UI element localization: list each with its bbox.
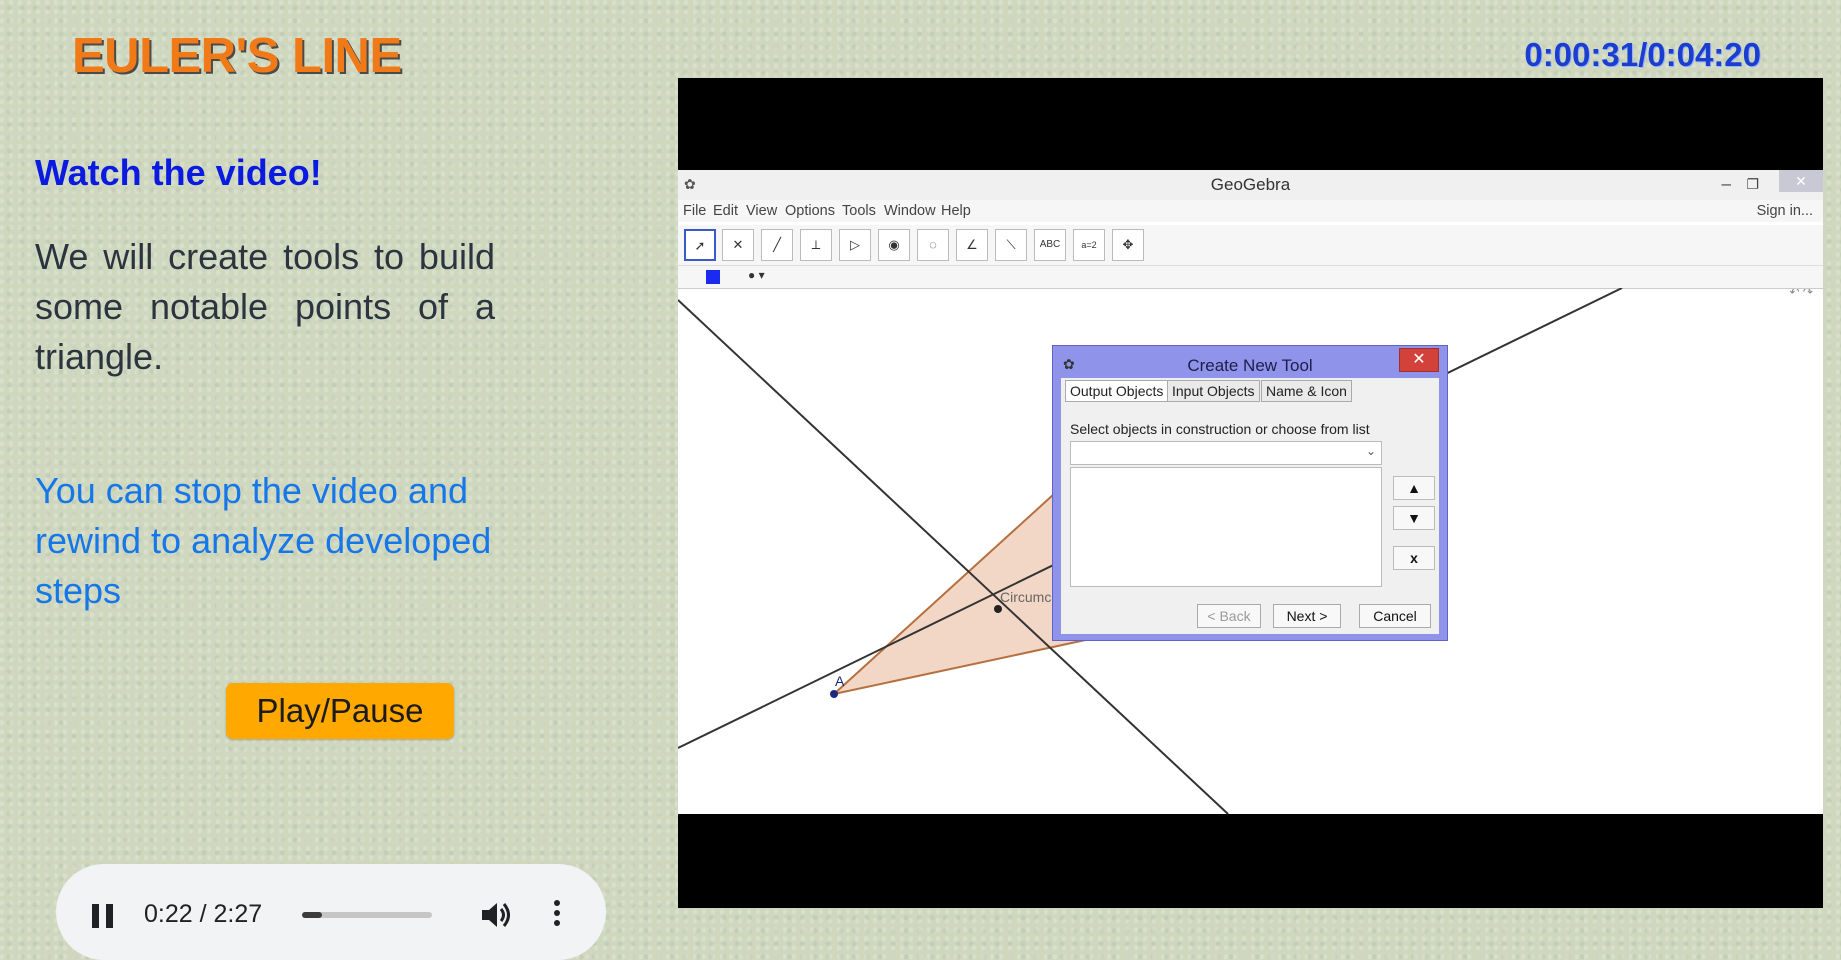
remove-button[interactable]: x (1393, 546, 1435, 570)
tab-input-objects[interactable]: Input Objects (1167, 380, 1260, 402)
audio-progress-fill (302, 912, 322, 918)
tab-output-objects[interactable]: Output Objects (1065, 380, 1169, 402)
volume-icon[interactable] (480, 900, 514, 930)
sign-in-link[interactable]: Sign in... (1757, 203, 1813, 219)
circle-tool-icon[interactable]: ◉ (878, 229, 910, 261)
polygon-tool-icon[interactable]: ▷ (839, 229, 871, 261)
chevron-down-icon: ⌄ (1365, 444, 1376, 458)
point-style-icon[interactable]: ● ▾ (748, 268, 765, 282)
geogebra-window-title: GeoGebra (1210, 175, 1291, 194)
cancel-button[interactable]: Cancel (1359, 604, 1431, 628)
menu-file[interactable]: File (683, 203, 706, 219)
menu-window[interactable]: Window (884, 203, 936, 219)
audio-seek-bar[interactable] (302, 912, 432, 918)
menu-tools[interactable]: Tools (842, 203, 876, 219)
dialog-close-icon[interactable]: ✕ (1399, 348, 1439, 372)
ellipse-tool-icon[interactable]: ◌ (917, 229, 949, 261)
description-text: We will create tools to build some notab… (35, 236, 495, 377)
more-options-icon[interactable] (552, 900, 562, 930)
line-tool-icon[interactable]: ╱ (761, 229, 793, 261)
pause-icon[interactable] (92, 904, 114, 928)
circumcenter-label: Circumc (1000, 589, 1051, 605)
dialog-title: Create New Tool (1187, 356, 1313, 375)
point-a-label: A (835, 673, 845, 689)
angle-tool-icon[interactable]: ∠ (956, 229, 988, 261)
close-icon[interactable]: ✕ (1779, 170, 1823, 192)
reflect-tool-icon[interactable]: ⟍ (995, 229, 1027, 261)
intersect-tool-icon[interactable]: ✕ (722, 229, 754, 261)
object-select[interactable]: ⌄ (1070, 441, 1382, 465)
watch-heading: Watch the video! (35, 152, 322, 193)
menu-bar: File Edit View Options Tools Window Help… (678, 200, 1823, 222)
video-timer: 0:00:31/0:04:20 (1524, 36, 1761, 73)
tab-name-icon[interactable]: Name & Icon (1261, 380, 1352, 402)
toolbar: ➚ ✕ ╱ ⟂ ▷ ◉ ◌ ∠ ⟍ ABC a=2 ✥ ↶ ↷ (678, 225, 1823, 299)
slider-tool-icon[interactable]: a=2 (1073, 229, 1105, 261)
move-tool-icon[interactable]: ➚ (684, 229, 716, 261)
dialog-body: Output Objects Input Objects Name & Icon… (1061, 378, 1439, 634)
menu-edit[interactable]: Edit (713, 203, 738, 219)
page-title: EULER'S LINE (72, 29, 402, 83)
output-object-list[interactable] (1070, 467, 1382, 587)
audio-time: 0:22 / 2:27 (144, 900, 263, 928)
play-pause-button[interactable]: Play/Pause (226, 683, 454, 739)
perpendicular-tool-icon[interactable]: ⟂ (800, 229, 832, 261)
back-button[interactable]: < Back (1197, 604, 1261, 628)
menu-view[interactable]: View (746, 203, 777, 219)
next-button[interactable]: Next > (1273, 604, 1341, 628)
style-bar: ● ▾ (678, 266, 1823, 289)
circumcenter-point (994, 605, 1002, 613)
menu-options[interactable]: Options (785, 203, 835, 219)
point-a (830, 690, 838, 698)
dialog-instruction: Select objects in construction or choose… (1070, 421, 1370, 437)
hint-text: You can stop the video and rewind to ana… (35, 470, 492, 611)
audio-player: 0:22 / 2:27 (56, 864, 606, 960)
move-view-tool-icon[interactable]: ✥ (1112, 229, 1144, 261)
geogebra-titlebar: ✿ GeoGebra – ❐ ✕ (678, 170, 1823, 200)
move-up-button[interactable]: ▲ (1393, 476, 1435, 500)
move-down-button[interactable]: ▼ (1393, 506, 1435, 530)
maximize-icon[interactable]: ❐ (1746, 176, 1759, 193)
text-tool-icon[interactable]: ABC (1034, 229, 1066, 261)
menu-help[interactable]: Help (941, 203, 971, 219)
create-new-tool-dialog: ✿ Create New Tool ✕ Output Objects Input… (1052, 345, 1448, 641)
color-swatch[interactable] (706, 270, 720, 284)
minimize-icon[interactable]: – (1722, 174, 1731, 194)
